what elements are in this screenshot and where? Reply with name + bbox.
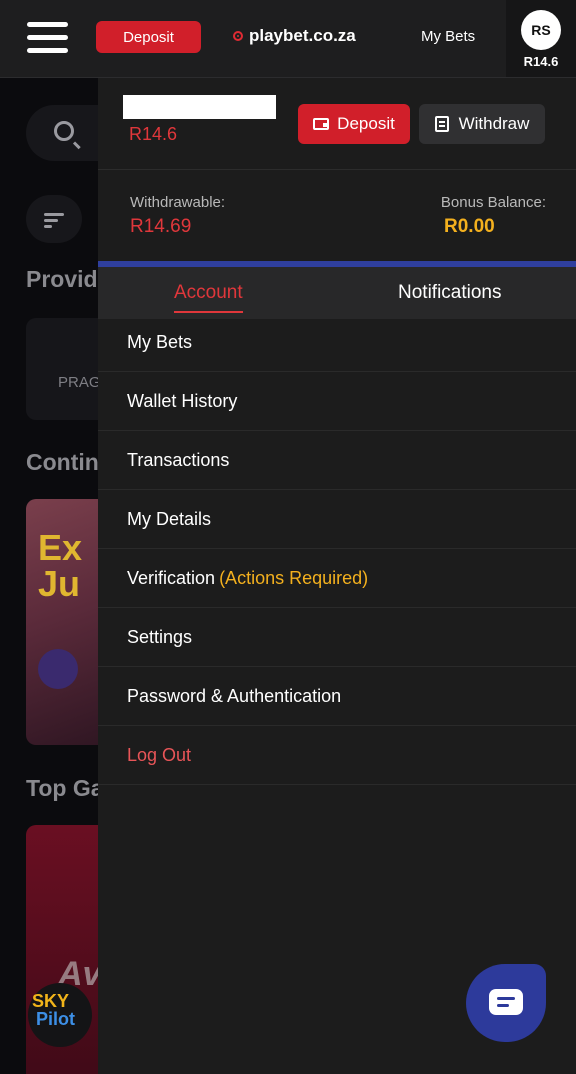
atm-icon — [434, 116, 449, 132]
withdrawable-label: Withdrawable: — [130, 194, 226, 211]
hamburger-menu-icon[interactable] — [27, 22, 69, 54]
menu-item-label: Verification — [127, 567, 216, 588]
divider — [98, 169, 576, 170]
menu-item-transactions[interactable]: Transactions — [98, 431, 576, 490]
username-redacted — [123, 95, 276, 119]
header-deposit-button[interactable]: Deposit — [96, 21, 201, 53]
background-heading-providers: Provid — [26, 266, 98, 292]
menu-item-label: My Details — [127, 508, 212, 529]
background-heading-continue: Contin — [26, 449, 98, 475]
fruit-icon — [38, 649, 78, 689]
background-search-bar — [26, 105, 98, 161]
chat-icon — [489, 989, 523, 1015]
drawer-withdraw-button[interactable]: Withdraw — [419, 104, 545, 144]
background-filter-button — [26, 195, 82, 243]
avatar: RS — [521, 10, 561, 50]
menu-item-label: Password & Authentication — [127, 685, 342, 706]
header-balance: R14.6 — [523, 54, 559, 69]
menu-item-my-details[interactable]: My Details — [98, 490, 576, 549]
wallet-icon — [313, 118, 330, 130]
tab-account[interactable]: Account — [174, 282, 243, 313]
menu-item-settings[interactable]: Settings — [98, 608, 576, 667]
logo-play-icon — [233, 31, 243, 41]
background-heading-top-games: Top Ga — [26, 775, 98, 801]
sky-pilot-text-bottom: Pilot — [36, 1009, 75, 1029]
sky-pilot-logo: SKY Pilot — [28, 983, 92, 1047]
account-menu: My Bets Wallet History Transactions My D… — [98, 313, 576, 785]
verification-status-note: (Actions Required) — [219, 567, 369, 588]
menu-item-wallet-history[interactable]: Wallet History — [98, 372, 576, 431]
menu-item-label: My Bets — [127, 331, 193, 352]
drawer-tabs: Account Notifications — [98, 261, 576, 319]
drawer-balance: R14.6 — [129, 124, 178, 144]
background-page: Provid PRAG Contin Ex Ju Top Ga Av SKY P… — [0, 78, 98, 1074]
search-icon — [54, 121, 74, 141]
chat-button[interactable] — [466, 964, 546, 1042]
drawer-deposit-button[interactable]: Deposit — [298, 104, 410, 144]
account-button[interactable]: RS R14.6 — [506, 0, 576, 77]
withdrawable-value: R14.69 — [130, 216, 192, 237]
menu-item-password-authentication[interactable]: Password & Authentication — [98, 667, 576, 726]
background-game-tile: Ex Ju — [26, 499, 98, 745]
site-logo[interactable]: playbet.co.za — [233, 26, 356, 46]
tab-notifications[interactable]: Notifications — [398, 282, 502, 304]
account-drawer: R14.6 Deposit Withdraw Withdrawable: R14… — [98, 78, 576, 1074]
bonus-balance-value: R0.00 — [444, 216, 495, 237]
drawer-withdraw-label: Withdraw — [458, 114, 530, 133]
filter-icon — [44, 213, 64, 216]
background-game-tile-text-2: Ju — [38, 563, 81, 604]
menu-item-log-out[interactable]: Log Out — [98, 726, 576, 785]
menu-item-label: Settings — [127, 626, 193, 647]
header-my-bets-link[interactable]: My Bets — [421, 28, 475, 45]
menu-item-verification[interactable]: Verification (Actions Required) — [98, 549, 576, 608]
drawer-deposit-label: Deposit — [337, 114, 395, 133]
background-provider-card: PRAG — [26, 318, 98, 420]
menu-item-label: Log Out — [127, 744, 192, 765]
background-provider-card-text: PRAG — [58, 374, 98, 391]
menu-item-label: Wallet History — [127, 390, 238, 411]
top-bar: Deposit playbet.co.za My Bets RS R14.6 — [0, 0, 576, 78]
logo-text: playbet.co.za — [249, 26, 356, 45]
bonus-balance-label: Bonus Balance: — [440, 194, 546, 211]
menu-item-label: Transactions — [127, 449, 230, 470]
menu-item-my-bets[interactable]: My Bets — [98, 313, 576, 372]
